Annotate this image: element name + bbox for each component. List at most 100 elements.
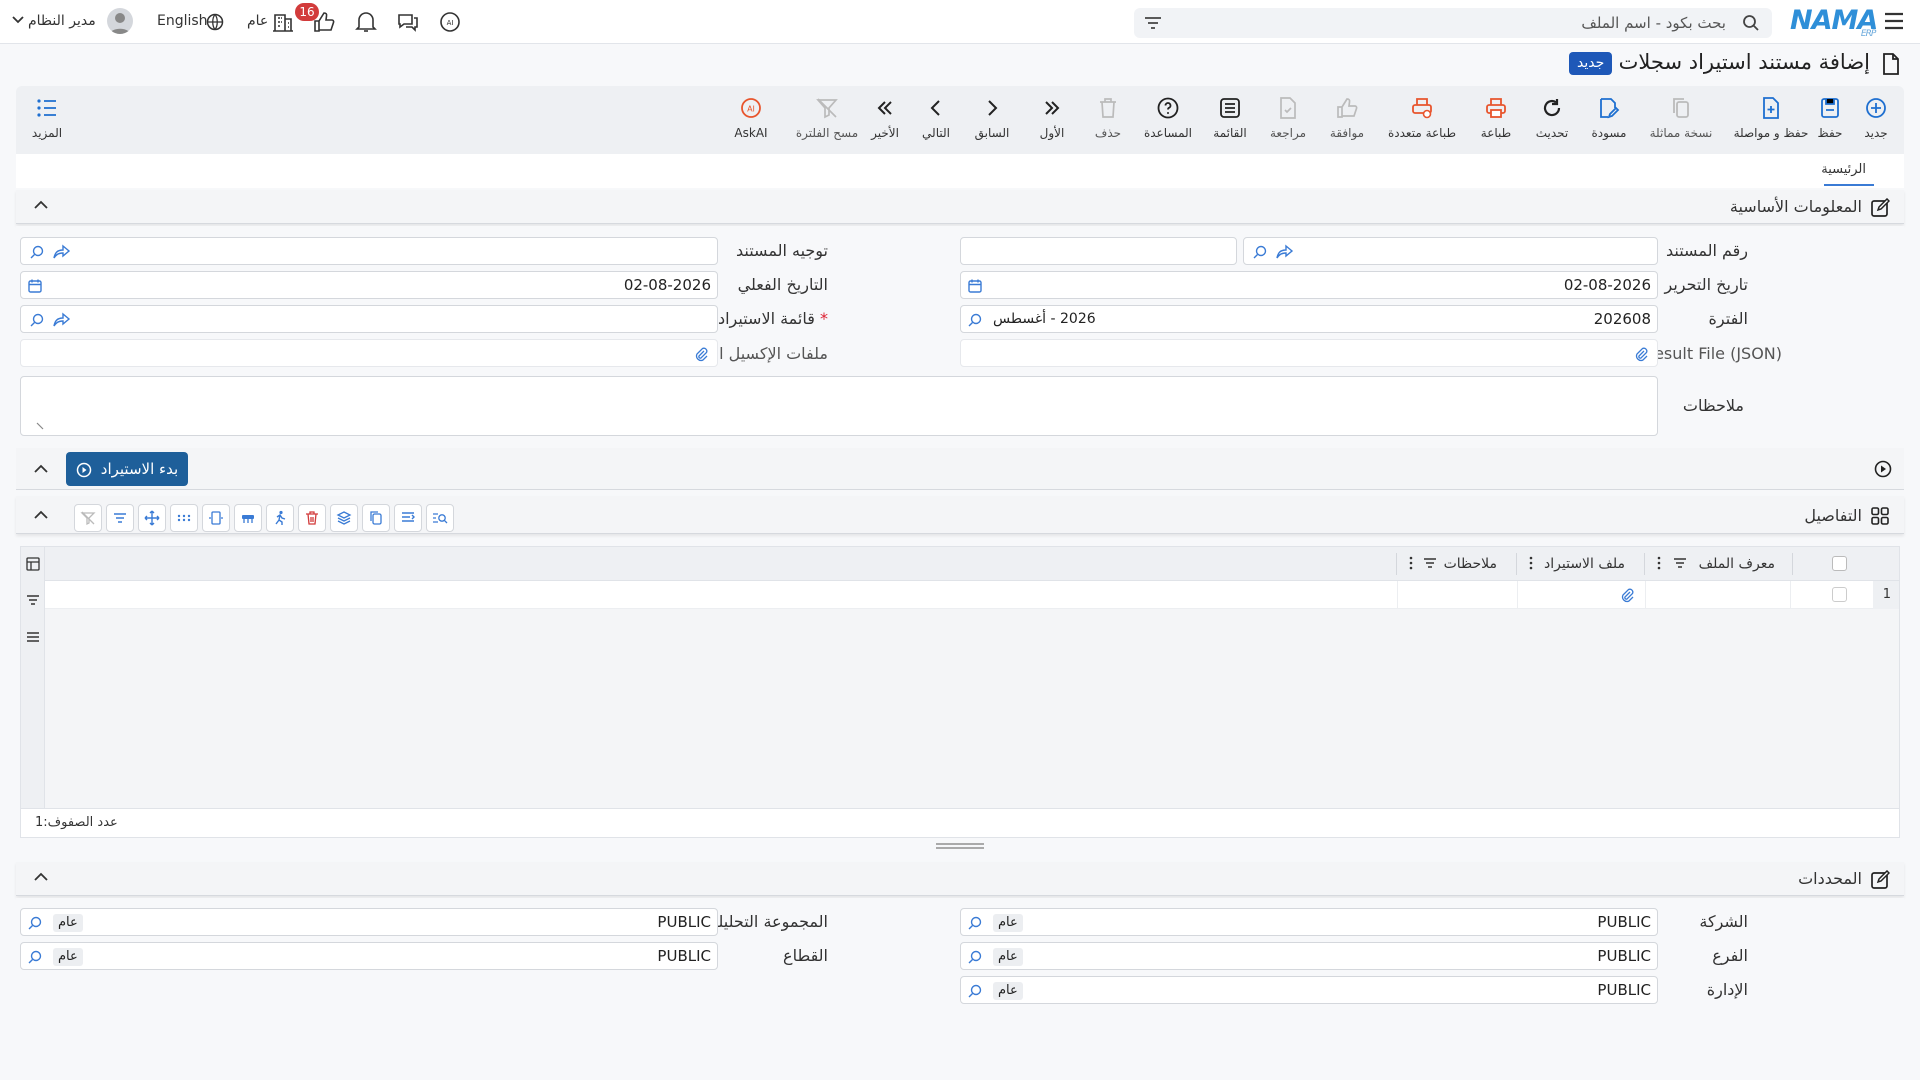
first-button[interactable]: الأول [1021, 96, 1083, 140]
duplicate-button[interactable]: نسخة مماثلة [1641, 96, 1721, 140]
columns-toggle-icon[interactable] [25, 556, 41, 572]
list-button[interactable]: القائمة [1199, 96, 1261, 140]
fit-columns-tool[interactable] [202, 504, 230, 532]
details-header[interactable]: التفاصيل [16, 496, 1904, 534]
excel-files-field[interactable] [20, 339, 718, 367]
row-checkbox[interactable] [1832, 587, 1847, 602]
chevron-up-icon[interactable] [34, 872, 48, 881]
delete-row-tool[interactable] [298, 504, 326, 532]
multi-print-button[interactable]: طباعة متعددة [1382, 96, 1462, 140]
column-header-file-id[interactable]: معرف الملف [1699, 556, 1775, 572]
basic-info-header[interactable]: المعلومات الأساسية [16, 190, 1904, 224]
run-tool[interactable] [266, 504, 294, 532]
filter-panel-icon[interactable] [25, 592, 41, 608]
select-all-checkbox[interactable] [1832, 556, 1847, 571]
calendar-icon[interactable] [27, 278, 43, 294]
move-tool[interactable] [138, 504, 166, 532]
column-filter-icon[interactable] [1423, 556, 1437, 570]
filter-icon[interactable] [1144, 15, 1162, 31]
resize-handle-icon[interactable] [35, 421, 45, 431]
start-import-button[interactable]: بدء الاستيراد [66, 452, 189, 486]
column-header-notes[interactable]: ملاحظات [1444, 556, 1497, 572]
print-button[interactable]: طباعة [1465, 96, 1527, 140]
hamburger-menu-icon[interactable] [1884, 12, 1904, 30]
lookup-icon[interactable] [29, 312, 45, 328]
dimensions-header[interactable]: المحددات [16, 862, 1904, 896]
sector-field[interactable]: PUBLIC عام [20, 942, 718, 970]
calendar-icon[interactable] [967, 278, 983, 294]
logo-sub-text: ERP [1860, 29, 1876, 39]
group-tool[interactable] [234, 504, 262, 532]
doc-direction-field[interactable] [20, 237, 718, 265]
department-field[interactable]: PUBLIC عام [960, 976, 1658, 1004]
share-icon[interactable] [1276, 244, 1294, 260]
creation-date-field[interactable]: 02-08-2026 [960, 271, 1658, 299]
cell-file-id[interactable] [1645, 581, 1791, 608]
save-continue-button[interactable]: حفظ و مواصلة [1727, 96, 1815, 140]
help-button[interactable]: المساعدة [1137, 96, 1199, 140]
column-menu-icon[interactable] [1409, 556, 1413, 570]
lookup-icon[interactable] [29, 244, 45, 260]
chevron-up-icon[interactable] [34, 510, 48, 519]
lookup-icon[interactable] [1252, 244, 1268, 260]
column-filter-icon[interactable] [1673, 556, 1687, 570]
tab-main[interactable]: الرئيسية [1821, 162, 1866, 177]
resize-grip[interactable] [936, 843, 984, 849]
refresh-button[interactable]: تحديث [1521, 96, 1583, 140]
more-button[interactable]: المزيد [16, 96, 78, 140]
search-input[interactable]: بحث بكود - اسم الملف [1134, 8, 1772, 38]
askai-icon[interactable]: AI [438, 10, 462, 34]
share-icon[interactable] [53, 312, 71, 328]
menu-icon[interactable] [25, 629, 41, 645]
draft-button[interactable]: مسودة [1578, 96, 1640, 140]
actual-date-field[interactable]: 02-08-2026 [20, 271, 718, 299]
doc-number-field[interactable] [1243, 237, 1658, 265]
review-button[interactable]: مراجعة [1257, 96, 1319, 140]
period-field[interactable]: 202608 2026 - أغسطس [960, 305, 1658, 333]
lookup-icon[interactable] [27, 915, 43, 931]
askai-button[interactable]: AI AskAI [720, 96, 782, 140]
column-menu-icon[interactable] [1529, 556, 1533, 570]
insert-row-tool[interactable] [394, 504, 422, 532]
dots-grid-tool[interactable] [170, 504, 198, 532]
analysis-group-field[interactable]: PUBLIC عام [20, 908, 718, 936]
company-field[interactable]: PUBLIC عام [960, 908, 1658, 936]
layers-tool[interactable] [330, 504, 358, 532]
chevron-down-icon[interactable] [12, 16, 24, 24]
chevron-up-icon[interactable] [34, 464, 48, 473]
lookup-icon[interactable] [27, 949, 43, 965]
lookup-icon[interactable] [967, 949, 983, 965]
delete-button[interactable]: حذف [1077, 96, 1139, 140]
lookup-icon[interactable] [967, 312, 983, 328]
chevron-up-icon[interactable] [34, 200, 48, 209]
bell-icon[interactable] [355, 10, 377, 34]
paperclip-icon[interactable] [1633, 346, 1649, 362]
search-rows-tool[interactable] [426, 504, 454, 532]
chat-icon[interactable] [396, 10, 420, 34]
result-file-field[interactable] [960, 339, 1658, 367]
language-switch[interactable]: English [157, 13, 208, 29]
paperclip-icon[interactable] [693, 346, 709, 362]
clear-filter-tool[interactable] [74, 504, 102, 532]
doc-number-secondary-field[interactable] [960, 237, 1237, 265]
notes-textarea[interactable] [20, 376, 1658, 436]
lookup-icon[interactable] [967, 983, 983, 999]
user-name[interactable]: مدير النظام [28, 13, 96, 29]
cell-import-file[interactable] [1517, 581, 1645, 608]
import-list-field[interactable] [20, 305, 718, 333]
clear-filter-button[interactable]: مسح الفلترة [789, 96, 865, 140]
branch-field[interactable]: PUBLIC عام [960, 942, 1658, 970]
copy-row-tool[interactable] [362, 504, 390, 532]
column-menu-icon[interactable] [1657, 556, 1661, 570]
column-header-import-file[interactable]: ملف الاستيراد [1544, 556, 1625, 572]
lookup-icon[interactable] [967, 915, 983, 931]
avatar[interactable] [107, 8, 133, 34]
scope-label[interactable]: عام [247, 13, 268, 29]
cell-notes[interactable] [1397, 581, 1517, 608]
paperclip-icon[interactable] [1619, 587, 1635, 603]
approve-button[interactable]: موافقة [1316, 96, 1378, 140]
share-icon[interactable] [53, 244, 71, 260]
filter-tool[interactable] [106, 504, 134, 532]
table-row[interactable]: 1 [45, 581, 1899, 609]
previous-button[interactable]: السابق [961, 96, 1023, 140]
